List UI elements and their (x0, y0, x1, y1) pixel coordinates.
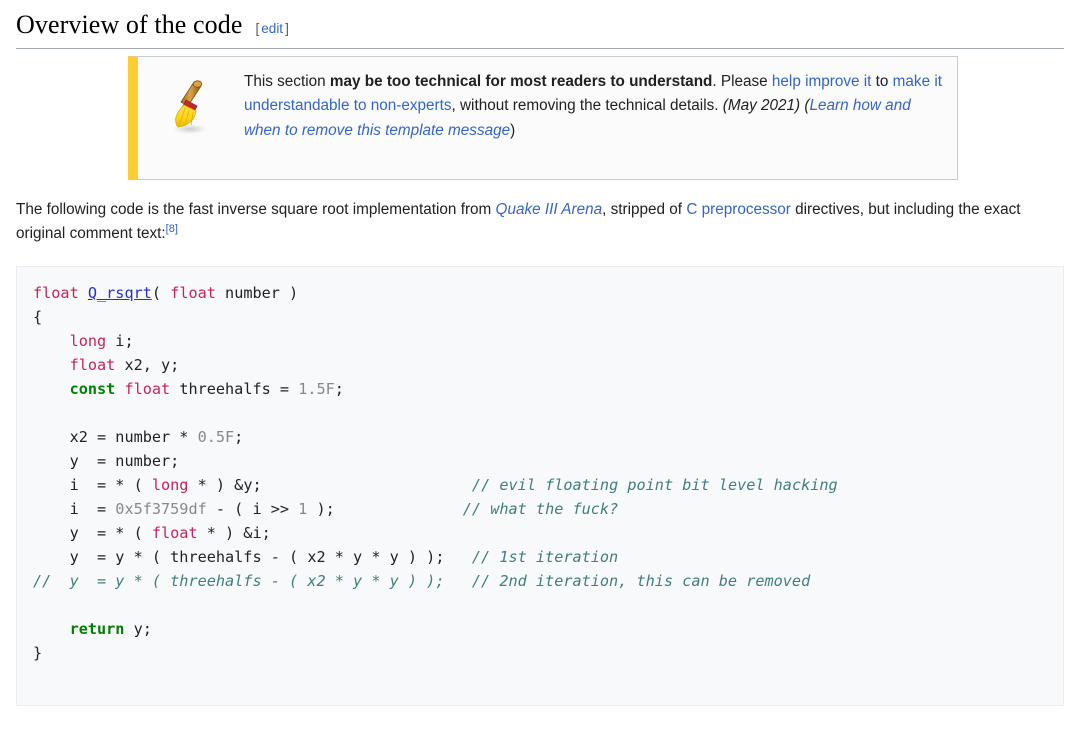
code-token-type: long (151, 476, 189, 495)
code-token-type: float (124, 380, 171, 399)
code-token-plain: i = * ( (33, 476, 152, 495)
edit-section-link-group: [edit] (256, 21, 289, 36)
code-line: x2 = number * 0.5F; (33, 428, 244, 447)
code-token-plain: * ) &y; (188, 476, 262, 495)
code-token-plain: ; (334, 380, 344, 399)
code-token-plain: threehalfs = (170, 380, 299, 399)
code-token-type: float (69, 356, 116, 375)
code-token-plain: x2, y; (115, 356, 180, 375)
code-block: float Q_rsqrt( float number ) { long i; … (16, 266, 1064, 707)
code-token-number: 1 (298, 500, 308, 519)
code-token-type: long (69, 332, 107, 351)
code-token-plain: y = number; (33, 452, 180, 471)
code-token-plain: y; (124, 620, 152, 639)
code-token-plain: i = (33, 500, 116, 519)
code-token-plain: } (33, 644, 43, 663)
code-line: y = * ( float * ) &i; (33, 524, 271, 542)
reference-8-link[interactable]: [8] (166, 223, 178, 235)
code-token-number: 1.5F (298, 380, 335, 399)
code-token-plain: number ) (215, 284, 299, 303)
code-token-plain: { (33, 308, 43, 327)
code-token-keyword: return (69, 620, 125, 639)
code-token-type: float (170, 284, 216, 303)
code-line: return y; (33, 620, 152, 638)
source-code: float Q_rsqrt( float number ) { long i; … (17, 281, 1063, 665)
code-token-type: float (33, 284, 79, 303)
code-token-plain: ); (307, 500, 335, 519)
code-token-plain: ; (234, 428, 244, 447)
notice-wrapper: This section may be too technical for mo… (16, 55, 1064, 180)
code-token-plain: i; (106, 332, 134, 351)
notice-part-4: , without removing the technical details… (451, 97, 723, 115)
section-heading-text: Overview of the code (16, 10, 243, 39)
code-token-plain: y = * ( (33, 524, 152, 543)
code-line: i = 0x5f3759df - ( i >> 1 ); // what the… (33, 500, 619, 519)
code-token-function: Q_rsqrt (87, 284, 152, 303)
intro-part-1: The following code is the fast inverse s… (16, 200, 496, 218)
notice-part-5: ( (800, 97, 810, 115)
code-token-number: 0x5f3759df (115, 500, 207, 519)
notice-date: (May 2021) (722, 97, 801, 115)
code-line: // y = y * ( threehalfs - ( x2 * y * y )… (33, 572, 810, 590)
broom-icon (173, 79, 207, 134)
code-line: long i; (33, 332, 134, 350)
code-line: float Q_rsqrt( float number ) (33, 284, 298, 302)
code-line: { (33, 308, 42, 326)
code-token-comment: // evil floating point bit level hacking (471, 476, 838, 495)
notice-part-3: to (871, 72, 893, 90)
notice-icon-cell (138, 64, 244, 136)
code-token-plain: ( (151, 284, 171, 303)
code-token-comment: // y = y * ( threehalfs - ( x2 * y * y )… (33, 572, 811, 591)
code-token-plain: x2 = number * (33, 428, 198, 447)
notice-part-6: ) (510, 122, 516, 140)
code-line: y = number; (33, 452, 180, 471)
intro-part-2: , stripped of (602, 200, 687, 218)
code-token-plain: - ( i >> (206, 500, 299, 519)
code-token-comment: // 1st iteration (471, 548, 619, 567)
edit-close-bracket: ] (285, 21, 289, 36)
code-line: const float threehalfs = 1.5F; (33, 380, 344, 398)
code-line: float x2, y; (33, 356, 180, 375)
code-token-type: float (151, 524, 198, 543)
code-token-plain: y = y * ( threehalfs - ( x2 * y * y ) ); (33, 548, 445, 567)
notice-bold-phrase: may be too technical for most readers to… (329, 72, 713, 90)
code-token-number: 0.5F (197, 428, 235, 447)
intro-paragraph: The following code is the fast inverse s… (16, 198, 1062, 248)
code-line: y = y * ( threehalfs - ( x2 * y * y ) );… (33, 548, 619, 567)
page-title: Overview of the code [edit] (16, 0, 1064, 49)
code-token-comment: // what the fuck? (462, 500, 619, 519)
code-line: i = * ( long * ) &y; // evil floating po… (33, 476, 838, 494)
code-token-plain: * ) &i; (197, 524, 271, 543)
edit-section-link[interactable]: edit (259, 21, 285, 36)
help-improve-link[interactable]: help improve it (772, 73, 871, 90)
c-preprocessor-link[interactable]: C preprocessor (686, 201, 791, 218)
notice-text: This section may be too technical for mo… (244, 64, 957, 150)
notice-part-2: . Please (712, 72, 772, 90)
quake-iii-arena-link[interactable]: Quake III Arena (496, 201, 603, 218)
article-section: Overview of the code [edit] This section… (0, 0, 1080, 743)
notice-part-1: This section (244, 72, 330, 90)
code-line: } (33, 644, 42, 662)
technical-notice-box: This section may be too technical for mo… (128, 55, 958, 180)
code-token-keyword: const (69, 380, 116, 399)
